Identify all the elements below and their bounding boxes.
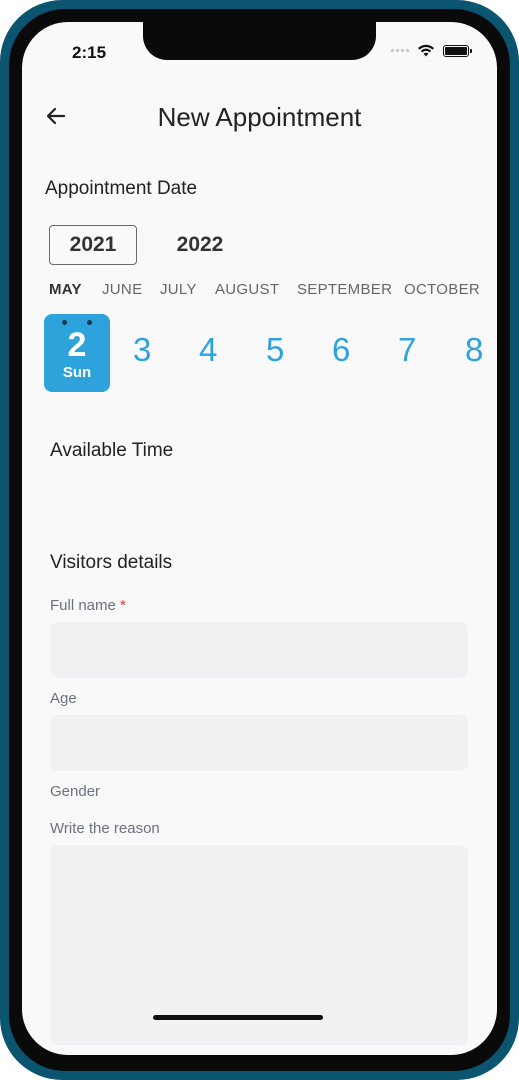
day-number: 2 — [67, 326, 87, 364]
month-september[interactable]: SEPTEMBER — [297, 281, 392, 298]
gender-label: Gender — [50, 783, 101, 800]
calendar-rings-icon — [44, 320, 110, 325]
year-2021-tab[interactable]: 2021 — [49, 225, 137, 265]
day-item[interactable]: 8 — [465, 331, 483, 369]
full-name-input[interactable] — [50, 622, 468, 678]
year-2022-tab[interactable]: 2022 — [156, 225, 244, 265]
notch — [143, 22, 376, 60]
day-selected[interactable]: 2 Sun — [44, 314, 110, 392]
day-item[interactable]: 4 — [199, 331, 217, 369]
day-item[interactable]: 6 — [332, 331, 350, 369]
month-august[interactable]: AUGUST — [215, 281, 279, 298]
full-name-label: Full name * — [50, 597, 126, 614]
full-name-label-text: Full name — [50, 597, 116, 614]
age-label: Age — [50, 690, 77, 707]
age-input[interactable] — [50, 715, 468, 771]
day-item[interactable]: 3 — [133, 331, 151, 369]
month-october[interactable]: OCTOBER — [404, 281, 480, 298]
month-may[interactable]: MAY — [49, 281, 82, 298]
available-time-label: Available Time — [50, 440, 174, 461]
app-screen: 2:15 New Appointment Appointment Date 20… — [22, 22, 497, 1055]
day-item[interactable]: 7 — [398, 331, 416, 369]
home-indicator[interactable] — [153, 1015, 323, 1020]
visitors-details-label: Visitors details — [50, 552, 173, 573]
reason-label: Write the reason — [50, 820, 160, 837]
signal-icon — [391, 49, 409, 52]
day-of-week: Sun — [62, 364, 92, 381]
status-time: 2:15 — [72, 43, 107, 62]
page-title: New Appointment — [157, 102, 362, 132]
day-item[interactable]: 5 — [266, 331, 284, 369]
battery-icon — [443, 44, 472, 57]
month-july[interactable]: JULY — [160, 281, 197, 298]
required-marker: * — [120, 597, 126, 614]
status-icons — [391, 44, 472, 57]
month-june[interactable]: JUNE — [102, 281, 142, 298]
wifi-icon — [418, 44, 434, 57]
appointment-date-label: Appointment Date — [45, 178, 198, 199]
